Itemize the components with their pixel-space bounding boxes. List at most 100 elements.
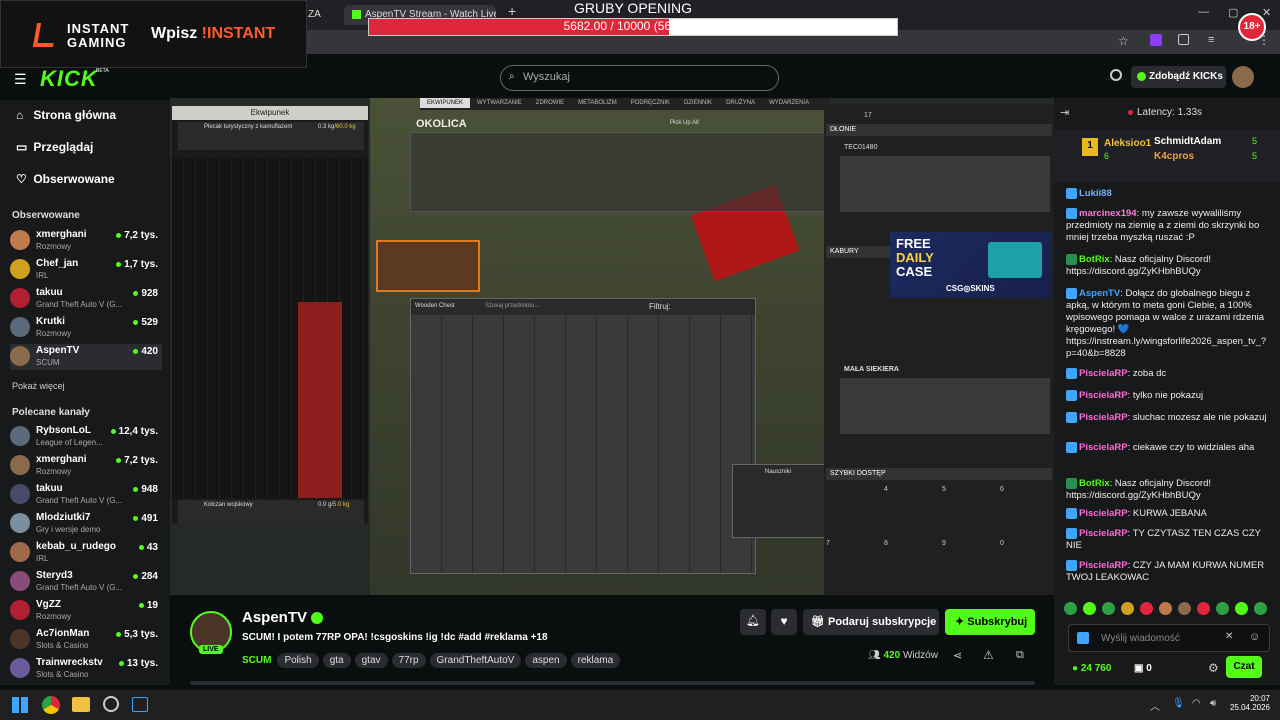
chat-username[interactable]: PiscielaRP — [1079, 560, 1128, 571]
sidebar-channel[interactable]: VgZZ Rozmowy 19 — [10, 598, 162, 624]
chat-username[interactable]: PiscielaRP — [1079, 368, 1128, 379]
chat-username[interactable]: PiscielaRP — [1079, 508, 1128, 519]
emoji-icon[interactable]: ☺ — [1249, 631, 1260, 643]
chest-search[interactable]: Szukaj przedmiotu... — [485, 303, 539, 309]
weapon-slot-label: TEC01480 — [844, 144, 878, 151]
nav-browse[interactable]: ▭ Przeglądaj — [16, 140, 93, 154]
nav-home[interactable]: ⌂ Strona główna — [16, 108, 116, 122]
stream-tag[interactable]: aspen — [525, 653, 567, 668]
windows-start-icon[interactable] — [12, 697, 28, 713]
sidebar-channel[interactable]: Steryd3 Grand Theft Auto V (G... 284 — [10, 569, 162, 595]
tray-expand-icon[interactable]: ︿ — [1150, 698, 1160, 713]
chat-username[interactable]: marcinex194 — [1079, 208, 1137, 219]
user-avatar[interactable] — [1232, 66, 1254, 88]
chat-username[interactable]: Lukii88 — [1079, 188, 1112, 199]
chrome-icon[interactable] — [42, 696, 60, 714]
emote-icon[interactable] — [1121, 602, 1134, 615]
emote-icon[interactable] — [1083, 602, 1096, 615]
category-link[interactable]: SCUM — [242, 655, 271, 666]
chat-username[interactable]: PiscielaRP — [1079, 412, 1128, 423]
chat-username[interactable]: PiscielaRP — [1079, 390, 1128, 401]
channel-name: VgZZ — [36, 599, 61, 610]
chat-username[interactable]: PiscielaRP — [1079, 442, 1128, 453]
kicks-balance[interactable]: ● 24 760 — [1072, 663, 1111, 674]
sidebar-channel[interactable]: takuu Grand Theft Auto V (G... 948 — [10, 482, 162, 508]
emote-icon[interactable] — [1064, 602, 1077, 615]
search-input[interactable]: ⌕ Wyszukaj — [500, 65, 779, 91]
collapse-chat-icon[interactable]: ⇥ — [1060, 106, 1069, 119]
show-more-link[interactable]: Pokaż więcej — [12, 381, 65, 391]
translate-icon[interactable]: ✕ — [1225, 631, 1233, 642]
extension-icon[interactable] — [1150, 34, 1162, 46]
sidebar-channel[interactable]: RybsonLoL League of Legen... 12,4 tys. — [10, 424, 162, 450]
clip-icon[interactable]: ⧉ — [1016, 649, 1024, 662]
notifications-icon[interactable] — [1110, 69, 1122, 81]
game-tab: DZIENNIK — [684, 100, 713, 106]
emote-icon[interactable] — [1216, 602, 1229, 615]
sidebar-channel[interactable]: Trainwreckstv Slots & Casino 13 tys. — [10, 656, 162, 682]
hamburger-menu-icon[interactable]: ☰ — [14, 71, 27, 88]
emote-bar[interactable] — [1064, 602, 1270, 616]
emote-icon[interactable] — [1140, 602, 1153, 615]
chat-username[interactable]: PiscielaRP — [1079, 528, 1128, 539]
emote-icon[interactable] — [1235, 602, 1248, 615]
chest-filter[interactable]: Filtruj: — [649, 302, 671, 311]
network-icon[interactable]: ◠ — [1192, 698, 1201, 709]
chat-settings-icon[interactable]: ⚙ — [1208, 661, 1219, 675]
channel-category: Slots & Casino — [36, 641, 89, 650]
gift-subs-button[interactable]: 🎁︎ Podaruj subskrypcje — [803, 609, 939, 635]
channel-viewers: 284 — [133, 571, 158, 582]
menu-list-icon[interactable]: ≡ — [1208, 34, 1214, 46]
sidebar-channel[interactable]: Chef_jan IRL 1,7 tys. — [10, 257, 162, 283]
sidebar-channel[interactable]: xmerghani Rozmowy 7,2 tys. — [10, 453, 162, 479]
chat-username[interactable]: AspenTV — [1079, 288, 1120, 299]
stream-tag[interactable]: gtav — [354, 653, 388, 668]
stream-tag[interactable]: GrandTheftAutoV — [429, 653, 522, 668]
stream-tag[interactable]: gta — [322, 653, 351, 668]
chat-input[interactable]: Wyślij wiadomość ✕ ☺ — [1068, 624, 1270, 652]
star-icon[interactable]: ☆ — [1118, 34, 1129, 48]
close-window-button[interactable]: ✕ — [1262, 6, 1271, 19]
get-kicks-button[interactable]: Zdobądź KICKs — [1131, 66, 1226, 88]
mic-icon[interactable]: 🎙︎ — [1172, 698, 1185, 709]
terminal-icon[interactable] — [132, 697, 148, 712]
nav-following[interactable]: ♡ Obserwowane — [16, 172, 115, 186]
pickup-all-button[interactable]: Pick Up All — [670, 120, 699, 126]
minimize-button[interactable]: — — [1198, 6, 1209, 18]
sidebar-channel[interactable]: kebab_u_rudego IRL 43 — [10, 540, 162, 566]
file-explorer-icon[interactable] — [72, 697, 90, 712]
kick-logo[interactable]: KICK — [40, 66, 98, 92]
channel-viewers: 12,4 tys. — [111, 426, 158, 437]
sidebar-channel[interactable]: xmerghani Rozmowy 7,2 tys. — [10, 228, 162, 254]
emote-icon[interactable] — [1178, 602, 1191, 615]
follow-button[interactable]: ♥ — [771, 609, 797, 635]
sidebar-channel[interactable]: takuu Grand Theft Auto V (G... 928 — [10, 286, 162, 312]
channel-name[interactable]: AspenTV — [242, 609, 307, 626]
sidebar-channel[interactable]: Mlodziutki7 Gry i wersje demo 491 — [10, 511, 162, 537]
maximize-button[interactable]: ▢ — [1228, 6, 1238, 19]
emote-icon[interactable] — [1197, 602, 1210, 615]
subscribe-button[interactable]: ✦ Subskrybuj — [945, 609, 1035, 635]
report-icon[interactable]: ⚠ — [983, 648, 994, 662]
chat-username[interactable]: BotRix — [1079, 254, 1110, 265]
gifts-balance[interactable]: ▣ 0 — [1134, 663, 1152, 674]
sidebar-channel[interactable]: AspenTV SCUM 420 — [10, 344, 162, 370]
stream-tag[interactable]: reklama — [570, 653, 621, 668]
emote-icon[interactable] — [1159, 602, 1172, 615]
puzzle-icon[interactable] — [1178, 34, 1189, 45]
clock[interactable]: 20:07 25.04.2026 — [1228, 694, 1270, 712]
notification-bell-button[interactable]: 🔔︎ — [740, 609, 766, 635]
sidebar-channel[interactable]: Krutki Rozmowy 529 — [10, 315, 162, 341]
send-chat-button[interactable]: Czat — [1226, 656, 1262, 678]
app-icon[interactable] — [103, 696, 119, 712]
chat-text: ciekawe czy to widziales aha — [1132, 442, 1255, 454]
chat-username[interactable]: BotRix — [1079, 478, 1110, 489]
stream-tag[interactable]: Polish — [277, 653, 319, 668]
emote-icon[interactable] — [1254, 602, 1267, 615]
volume-icon[interactable]: 🔊︎ — [1210, 698, 1216, 709]
stream-tag[interactable]: 77rp — [391, 653, 426, 668]
video-player[interactable]: Ekwipunek Plecak turystyczny z kamuflaże… — [170, 98, 1054, 595]
share-icon[interactable]: ⋖ — [953, 649, 962, 662]
emote-icon[interactable] — [1102, 602, 1115, 615]
sidebar-channel[interactable]: Ac7ionMan Slots & Casino 5,3 tys. — [10, 627, 162, 653]
